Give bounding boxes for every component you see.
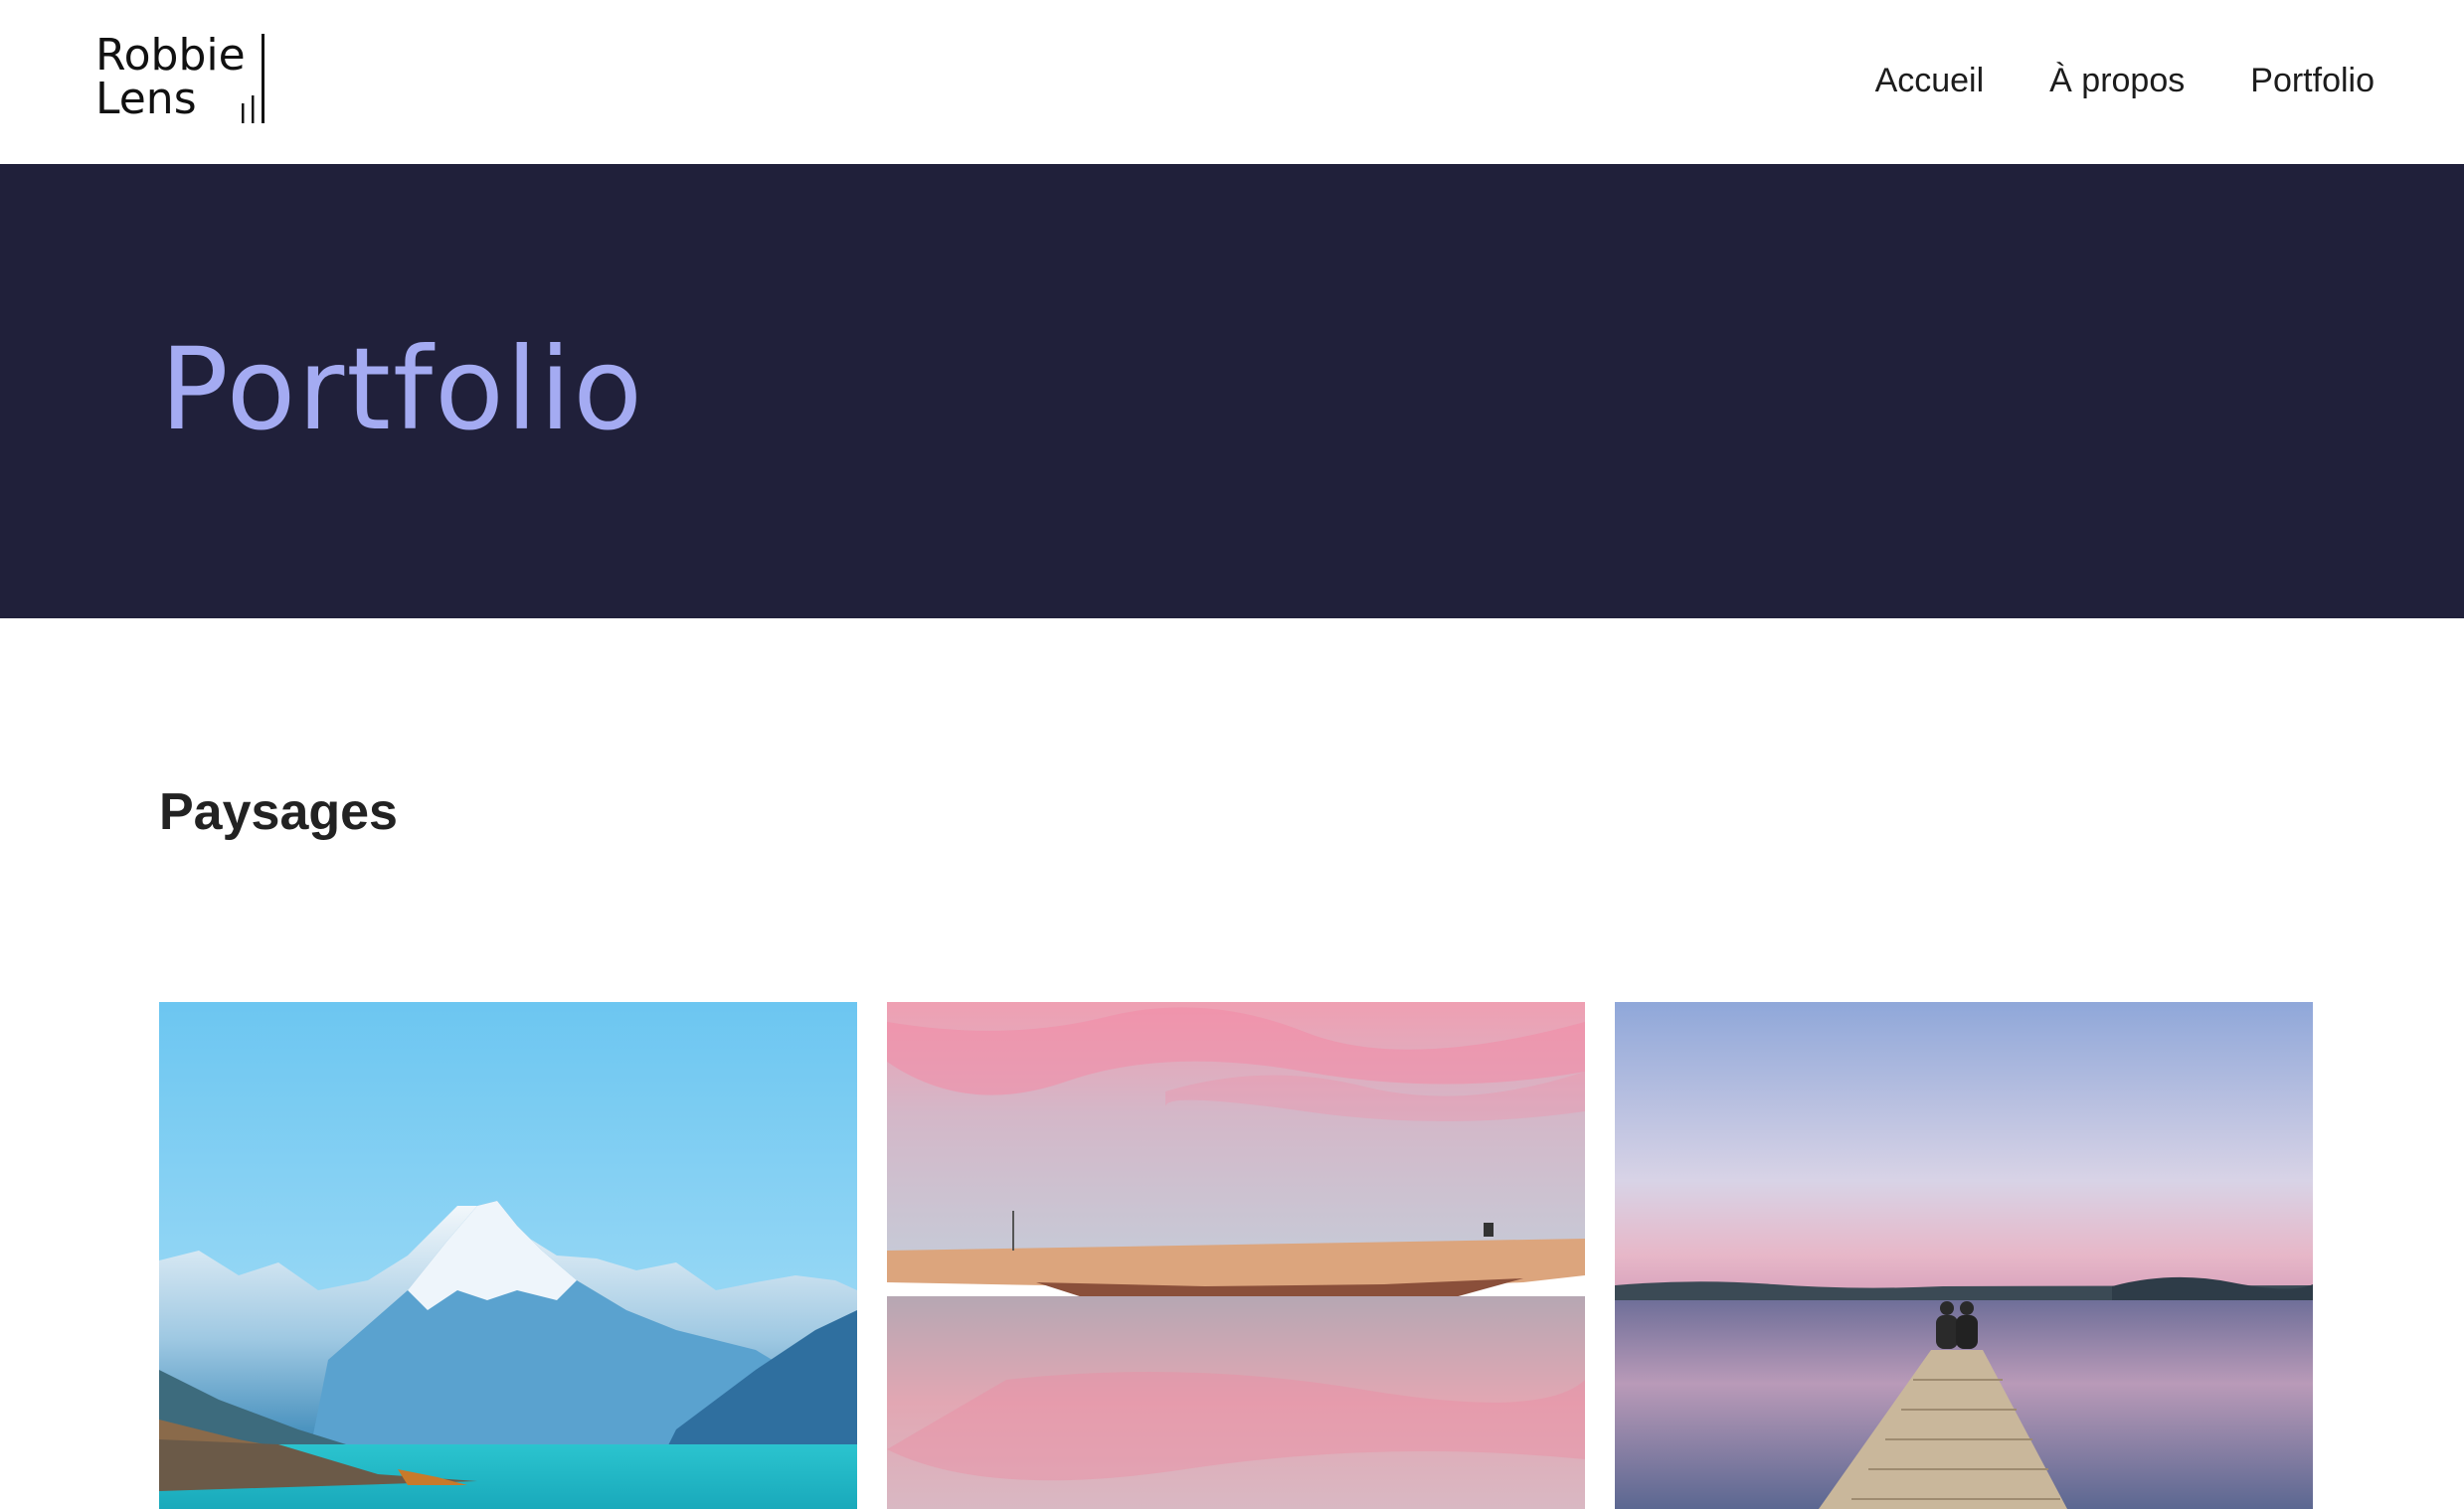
- hero-banner: Portfolio: [0, 164, 2464, 618]
- gallery-photo-sunset-beach[interactable]: [887, 1002, 1585, 1509]
- nav-link-portfolio[interactable]: Portfolio: [2250, 56, 2375, 105]
- photo-gallery: [159, 1002, 2313, 1509]
- page-title: Portfolio: [160, 323, 644, 455]
- nav-link-a-propos[interactable]: À propos: [2049, 56, 2185, 105]
- logo-bars-icon: [242, 34, 264, 123]
- mountain-photo-image: [159, 1002, 857, 1509]
- section-title: Paysages: [159, 783, 398, 841]
- main-nav: Accueil À propos Portfolio: [1875, 56, 2375, 105]
- pier-photo-image: [1615, 1002, 2313, 1509]
- gallery-photo-mountain[interactable]: [159, 1002, 857, 1509]
- nav-link-accueil[interactable]: Accueil: [1875, 56, 1985, 105]
- sunset-beach-photo-image: [887, 1002, 1585, 1509]
- gallery-photo-pier[interactable]: [1615, 1002, 2313, 1509]
- site-logo[interactable]: Robbie Lens: [95, 34, 274, 129]
- site-header: Robbie Lens Accueil À propos Portfolio: [0, 0, 2464, 164]
